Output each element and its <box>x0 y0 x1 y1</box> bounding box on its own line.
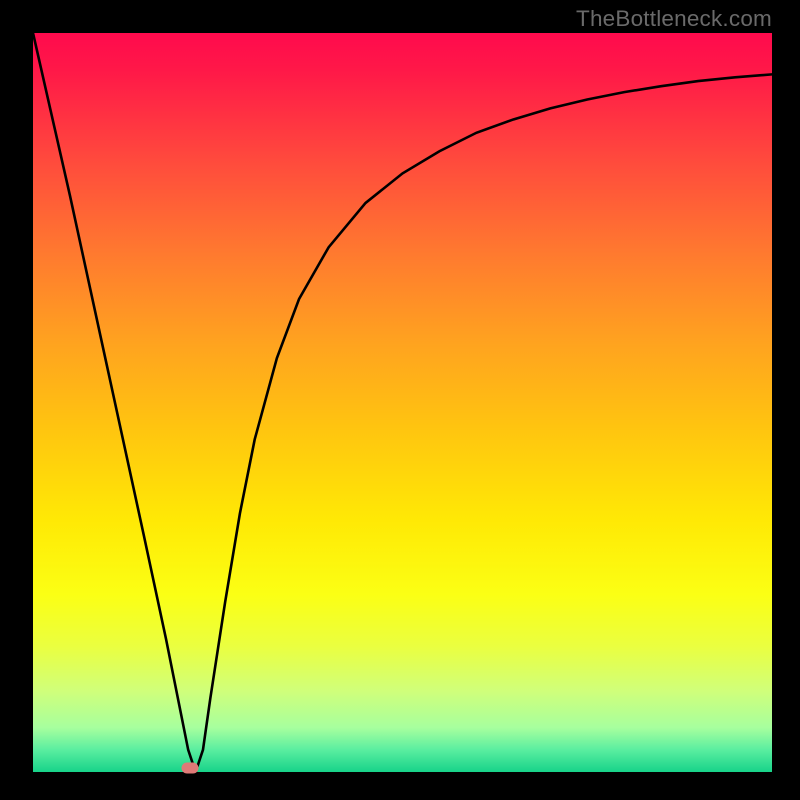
chart-frame: TheBottleneck.com <box>0 0 800 800</box>
watermark-text: TheBottleneck.com <box>576 6 772 32</box>
curve-path <box>33 33 772 772</box>
min-marker <box>182 763 199 774</box>
plot-area <box>33 33 772 772</box>
bottleneck-curve <box>33 33 772 772</box>
